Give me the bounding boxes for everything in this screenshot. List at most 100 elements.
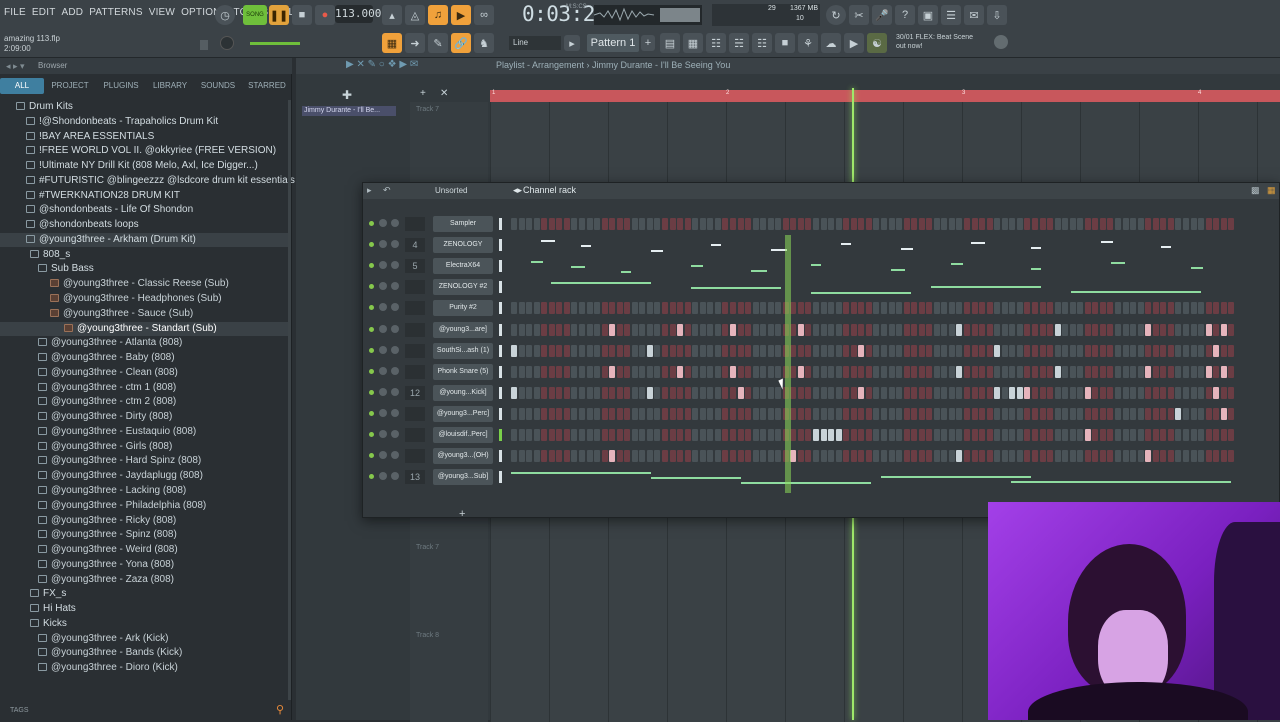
step-button[interactable] — [767, 302, 774, 315]
step-button[interactable] — [631, 344, 638, 357]
step-button[interactable] — [948, 323, 955, 336]
step-button[interactable] — [813, 365, 819, 378]
step-button[interactable] — [563, 218, 570, 230]
rack-options-icon[interactable]: ▸ — [367, 185, 372, 196]
step-button[interactable] — [888, 302, 895, 315]
step-button[interactable] — [1167, 386, 1174, 399]
step-button[interactable] — [896, 429, 903, 441]
step-button[interactable] — [813, 218, 819, 230]
step-button[interactable] — [941, 323, 948, 336]
step-button[interactable] — [752, 386, 759, 399]
step-button[interactable] — [1137, 218, 1144, 230]
channel-row[interactable]: 12 @young...Kick] — [363, 384, 1279, 402]
step-button[interactable] — [714, 365, 721, 378]
step-button[interactable] — [1115, 218, 1121, 230]
step-button[interactable] — [669, 323, 676, 336]
step-button[interactable] — [533, 450, 540, 463]
step-button[interactable] — [578, 344, 585, 357]
step-button[interactable] — [1160, 218, 1167, 230]
step-button[interactable] — [616, 218, 623, 230]
step-button[interactable] — [1130, 407, 1137, 420]
step-button[interactable] — [820, 365, 827, 378]
cpu-monitor-icon[interactable]: ↻ — [826, 5, 846, 25]
browser-file[interactable]: @young3three - Girls (808) — [0, 440, 288, 454]
news-panel[interactable]: 30/01 FLEX: Beat Scene out now! — [896, 33, 973, 51]
step-button[interactable] — [586, 344, 593, 357]
browser-file[interactable]: @young3three - Jaydaplugg (808) — [0, 469, 288, 483]
step-button[interactable] — [1145, 386, 1152, 399]
step-button[interactable] — [986, 450, 993, 463]
arrow-right-icon[interactable]: ➜ — [405, 33, 425, 53]
step-button[interactable] — [956, 365, 963, 378]
step-button[interactable] — [1115, 365, 1121, 378]
step-button[interactable] — [578, 407, 585, 420]
stop-button[interactable]: ■ — [292, 5, 312, 25]
step-button[interactable] — [1069, 429, 1076, 441]
step-button[interactable] — [1099, 302, 1106, 315]
step-button[interactable] — [692, 450, 699, 463]
download-icon[interactable]: ⇩ — [987, 5, 1007, 25]
channel-mixer-track[interactable] — [405, 449, 425, 464]
step-button[interactable] — [843, 386, 850, 399]
step-button[interactable] — [654, 386, 661, 399]
step-button[interactable] — [578, 429, 585, 441]
step-button[interactable] — [767, 450, 774, 463]
step-button[interactable] — [684, 323, 691, 336]
browser-folder[interactable]: !FREE WORLD VOL II. @okkyriee (FREE VERS… — [0, 144, 288, 158]
step-button[interactable] — [1130, 365, 1137, 378]
step-button[interactable] — [760, 302, 767, 315]
shop-icon[interactable]: ☯ — [867, 33, 887, 53]
step-button[interactable] — [548, 302, 555, 315]
step-button[interactable] — [1069, 302, 1076, 315]
step-button[interactable] — [1115, 429, 1121, 441]
step-button[interactable] — [1213, 344, 1220, 357]
step-button[interactable] — [926, 407, 933, 420]
step-button[interactable] — [1190, 386, 1197, 399]
microphone-icon[interactable]: 🎤 — [872, 5, 892, 25]
step-button[interactable] — [813, 323, 819, 336]
draw-tool-icon[interactable]: ✎ — [428, 33, 448, 53]
step-button[interactable] — [594, 218, 601, 230]
step-button[interactable] — [692, 365, 699, 378]
step-button[interactable] — [511, 323, 517, 336]
step-button[interactable] — [1167, 450, 1174, 463]
step-button[interactable] — [986, 323, 993, 336]
step-button[interactable] — [669, 407, 676, 420]
step-button[interactable] — [918, 323, 925, 336]
metronome-icon[interactable]: ▴ — [382, 5, 402, 25]
step-button[interactable] — [843, 407, 850, 420]
step-button[interactable] — [556, 429, 563, 441]
step-button[interactable] — [729, 386, 736, 399]
step-button[interactable] — [1122, 218, 1129, 230]
step-button[interactable] — [533, 302, 540, 315]
step-button[interactable] — [1220, 386, 1227, 399]
step-button[interactable] — [571, 323, 578, 336]
step-button[interactable] — [1220, 365, 1227, 378]
browser-tab-all[interactable]: ALL — [0, 78, 44, 94]
channel-volume-knob[interactable] — [391, 472, 399, 481]
step-button[interactable] — [843, 323, 850, 336]
channel-pan-knob[interactable] — [379, 366, 387, 375]
step-button[interactable] — [775, 344, 782, 357]
step-button[interactable] — [722, 365, 729, 378]
step-button[interactable] — [1220, 218, 1227, 230]
step-button[interactable] — [888, 365, 895, 378]
step-button[interactable] — [1062, 386, 1069, 399]
step-button[interactable] — [1167, 323, 1174, 336]
step-button[interactable] — [699, 450, 706, 463]
channel-volume-knob[interactable] — [391, 219, 399, 227]
step-button[interactable] — [1009, 365, 1016, 378]
channel-name-button[interactable]: ZENOLOGY #2 — [433, 279, 493, 296]
channel-mixer-track[interactable] — [405, 280, 425, 295]
step-button[interactable] — [1175, 365, 1182, 378]
step-button[interactable] — [994, 386, 1001, 399]
step-button[interactable] — [994, 218, 1001, 230]
step-button[interactable] — [1062, 429, 1069, 441]
countdown-icon[interactable]: ♫ — [428, 5, 448, 25]
step-button[interactable] — [1213, 365, 1220, 378]
step-button[interactable] — [737, 450, 744, 463]
step-button[interactable] — [578, 218, 585, 230]
step-button[interactable] — [1039, 344, 1046, 357]
step-button[interactable] — [1092, 386, 1099, 399]
step-button[interactable] — [865, 302, 872, 315]
